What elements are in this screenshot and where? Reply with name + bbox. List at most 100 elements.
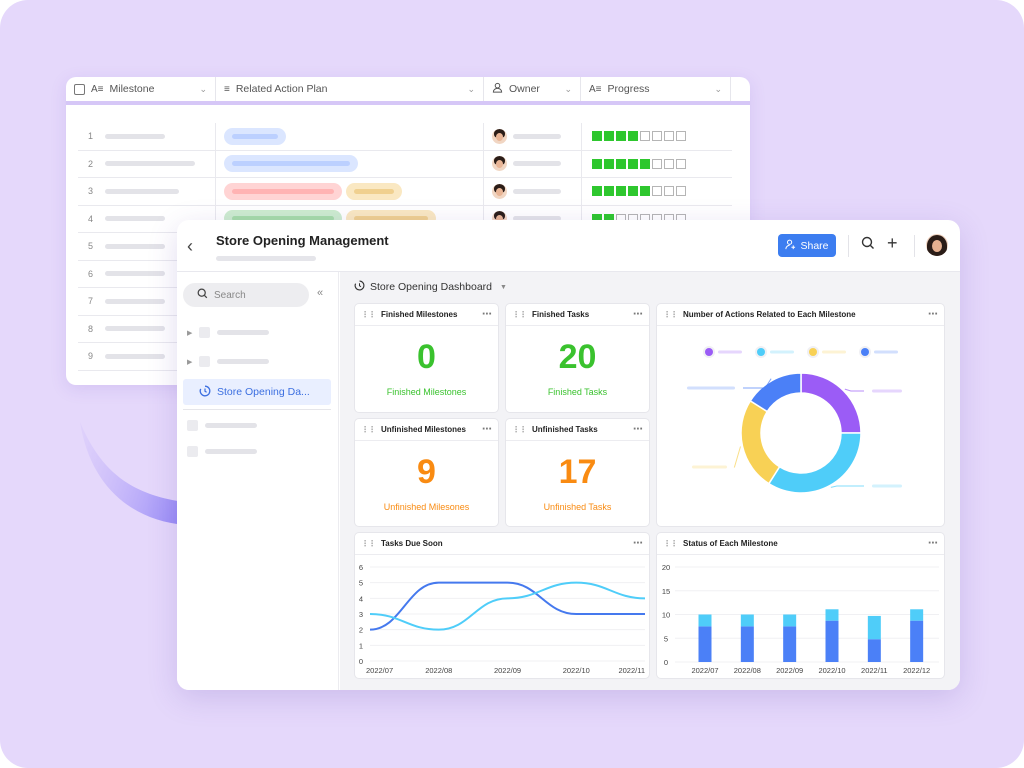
action-plan-cell[interactable] [216, 150, 484, 177]
slice-label-placeholder [872, 484, 902, 488]
milestone-cell[interactable]: 1 [78, 123, 216, 150]
sidebar-item[interactable]: ▶ [187, 327, 270, 338]
bar-segment-series-1 [867, 639, 881, 662]
search-input[interactable]: Search [183, 283, 309, 307]
bar-segment-series-1 [783, 626, 797, 662]
y-tick-label: 15 [662, 587, 670, 596]
legend-dot [809, 348, 817, 356]
share-button[interactable]: Share [778, 234, 836, 257]
kpi-value: 9 [417, 453, 436, 491]
progress-square [592, 158, 602, 169]
drag-handle-icon[interactable]: ⋮⋮ [663, 310, 678, 319]
user-avatar[interactable] [926, 234, 948, 256]
drag-handle-icon[interactable]: ⋮⋮ [361, 425, 376, 434]
more-options-icon[interactable]: ⋯ [633, 309, 643, 320]
owner-cell[interactable] [484, 178, 582, 205]
search-icon[interactable] [861, 236, 875, 253]
legend-dot [861, 348, 869, 356]
action-plan-cell[interactable] [216, 178, 484, 205]
legend-label-placeholder [822, 350, 846, 354]
legend-label-placeholder [874, 350, 898, 354]
action-tag[interactable] [224, 127, 286, 145]
plus-icon[interactable]: + [887, 233, 898, 254]
column-progress[interactable]: A≡ Progress ⌄ [581, 77, 731, 101]
legend-item [703, 346, 742, 358]
select-all-checkbox[interactable] [74, 83, 85, 95]
card-finished-milestones: ⋮⋮ Finished Milestones ⋯ 0 Finished Milest… [355, 304, 498, 412]
progress-square [652, 131, 662, 142]
bar-segment-series-1 [910, 620, 924, 662]
back-arrow-icon[interactable]: ‹ [187, 236, 193, 257]
action-tag[interactable] [346, 182, 402, 200]
expand-triangle-icon[interactable]: ▶ [187, 358, 192, 366]
item-icon [187, 446, 198, 457]
chevron-down-icon[interactable]: ⌄ [714, 84, 722, 95]
sidebar-item[interactable] [187, 420, 257, 431]
y-tick-label: 2 [359, 626, 363, 635]
drag-handle-icon[interactable]: ⋮⋮ [361, 310, 376, 319]
y-tick-label: 6 [359, 563, 363, 572]
action-tag[interactable] [224, 155, 358, 173]
action-tag[interactable] [224, 182, 342, 200]
bar-segment-series-2 [698, 614, 712, 627]
more-options-icon[interactable]: ⋯ [633, 538, 643, 549]
card-status-of-each-milestone: ⋮⋮ Status of Each Milestone ⋯ 0 5 10 15 20 2022… [657, 533, 944, 678]
line-series-series-2 [369, 581, 646, 631]
collapse-sidebar-icon[interactable]: « [317, 287, 323, 299]
more-options-icon[interactable]: ⋯ [482, 309, 492, 320]
table-row[interactable]: 3 [78, 178, 732, 206]
donut-slice [800, 372, 862, 434]
bar-segment-series-2 [867, 615, 881, 640]
milestone-cell[interactable]: 2 [78, 150, 216, 177]
folder-icon [199, 327, 211, 338]
owner-avatar [492, 183, 507, 199]
chevron-down-icon[interactable]: ⌄ [467, 84, 475, 95]
more-options-icon[interactable]: ⋯ [482, 424, 492, 435]
owner-cell[interactable] [484, 123, 582, 150]
expand-triangle-icon[interactable]: ▶ [187, 329, 192, 337]
progress-square [676, 186, 686, 197]
more-options-icon[interactable]: ⋯ [928, 538, 938, 549]
owner-cell[interactable] [484, 150, 582, 177]
bar-segment-series-1 [740, 626, 754, 662]
table-row[interactable]: 1 [78, 123, 732, 151]
donut-chart [687, 346, 902, 494]
line-chart: 0 1 2 3 4 5 6 2022/07 2022/08 2022/09 2022/10 2022/… [359, 563, 646, 675]
progress-square [676, 158, 686, 169]
column-owner[interactable]: Owner ⌄ [484, 77, 581, 101]
drag-handle-icon[interactable]: ⋮⋮ [512, 425, 527, 434]
sidebar-item[interactable] [187, 446, 257, 457]
text-placeholder [105, 326, 166, 332]
y-tick-label: 0 [664, 658, 668, 667]
milestone-cell[interactable]: 3 [78, 178, 216, 205]
sidebar-item-store-opening-dashboard[interactable]: Store Opening Da... [183, 379, 331, 405]
table-header: A≡ Milestone ⌄ ≡ Related Action Plan ⌄ O… [66, 77, 750, 105]
drag-handle-icon[interactable]: ⋮⋮ [512, 310, 527, 319]
table-row[interactable]: 2 [78, 150, 732, 178]
text-placeholder [105, 161, 196, 167]
card-tasks-due-soon: ⋮⋮ Tasks Due Soon ⋯ 0 1 2 3 4 5 6 2022/07 2022/08 2… [355, 533, 649, 678]
more-options-icon[interactable]: ⋯ [633, 424, 643, 435]
dashboard-selector[interactable]: Store Opening Dashboard ▼ [354, 280, 507, 294]
drag-handle-icon[interactable]: ⋮⋮ [361, 539, 376, 548]
more-options-icon[interactable]: ⋯ [928, 309, 938, 320]
dashboard-content: Store Opening Dashboard ▼ ⋮⋮ Finished Mil… [340, 272, 960, 690]
text-column-icon: A≡ [589, 83, 602, 95]
card-unfinished-tasks: ⋮⋮ Unfinished Tasks ⋯ 17 Unfinished Tasks [506, 419, 649, 526]
column-milestone[interactable]: A≡ Milestone ⌄ [66, 77, 216, 101]
progress-square [604, 131, 614, 142]
chevron-down-icon[interactable]: ⌄ [199, 84, 207, 95]
progress-square [664, 158, 674, 169]
progress-square [604, 186, 614, 197]
window-header: ‹ Store Opening Management Share + [177, 220, 960, 272]
column-related-action-plan[interactable]: ≡ Related Action Plan ⌄ [216, 77, 484, 101]
action-plan-cell[interactable] [216, 123, 484, 150]
drag-handle-icon[interactable]: ⋮⋮ [663, 539, 678, 548]
legend-label-placeholder [770, 350, 794, 354]
sidebar-item[interactable]: ▶ [187, 356, 270, 367]
chevron-down-icon[interactable]: ⌄ [564, 84, 572, 95]
legend-dot [757, 348, 765, 356]
card-finished-tasks: ⋮⋮ Finished Tasks ⋯ 20 Finished Tasks [506, 304, 649, 412]
row-number: 4 [88, 213, 94, 224]
person-icon [492, 82, 503, 96]
